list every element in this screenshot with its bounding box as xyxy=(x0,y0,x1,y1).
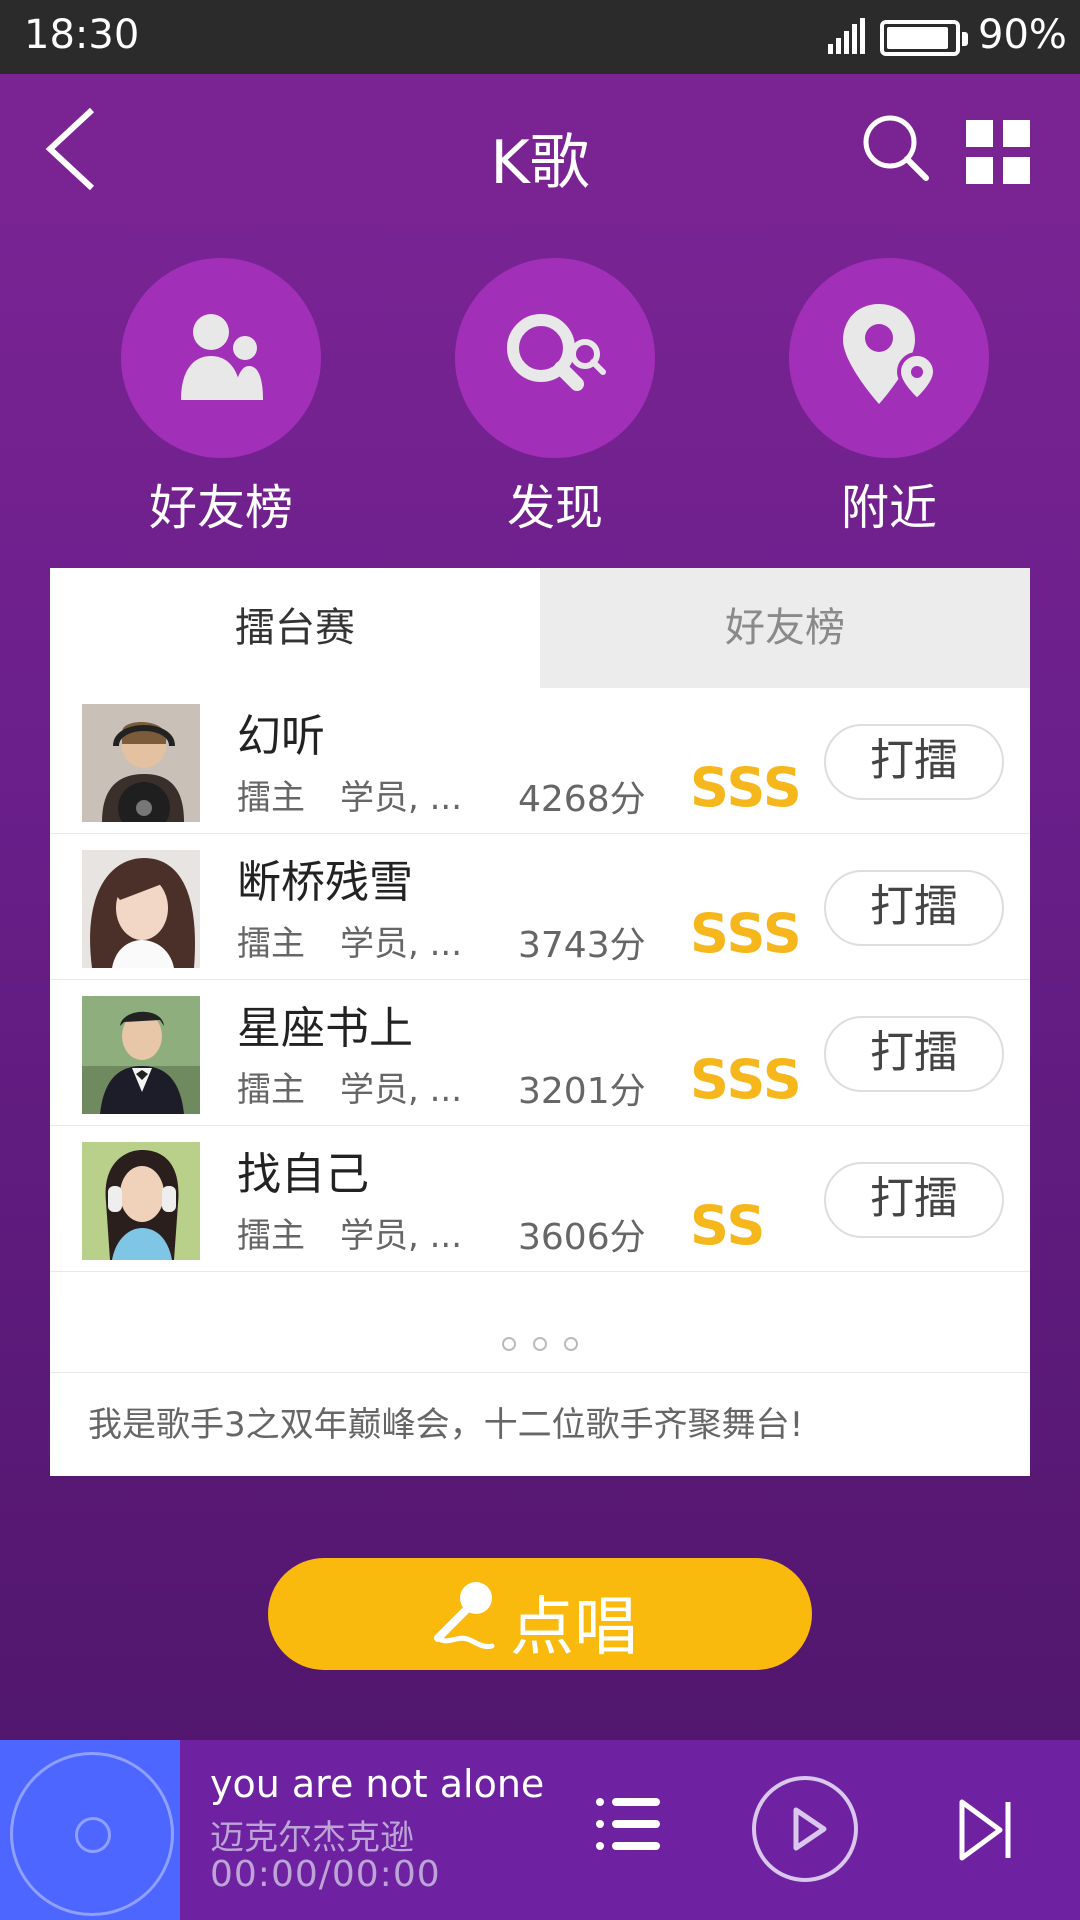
quick-friends-rank[interactable]: 好友榜 xyxy=(121,258,321,538)
singer-meta: 学员, ... xyxy=(340,924,463,964)
search-icon[interactable] xyxy=(860,112,932,184)
challenge-button[interactable]: 打擂 xyxy=(824,1016,1004,1092)
microphone-icon xyxy=(434,1582,495,1649)
singer-grade: SSS xyxy=(690,756,802,819)
page-dot xyxy=(533,1337,547,1351)
status-time: 18:30 xyxy=(24,12,140,58)
singer-score: 3743分 xyxy=(518,925,646,966)
avatar xyxy=(82,1142,200,1260)
singer-grade: SSS xyxy=(690,902,802,965)
arena-list: 幻听 擂主 学员, ... 4268分 SSS 打擂 断桥残雪 擂主 学员, .… xyxy=(50,688,1030,1272)
notice-text[interactable]: 我是歌手3之双年巅峰会，十二位歌手齐聚舞台! xyxy=(50,1372,1030,1476)
album-cover[interactable] xyxy=(0,1740,180,1920)
grid-menu-icon[interactable] xyxy=(966,120,1030,184)
singer-name: 幻听 xyxy=(237,711,325,762)
avatar xyxy=(82,704,200,822)
next-track-icon[interactable] xyxy=(958,1798,1014,1862)
signal-icon xyxy=(828,18,865,54)
status-bar: 18:30 90% xyxy=(0,0,1080,74)
singer-grade: SSS xyxy=(690,1048,802,1111)
challenge-button[interactable]: 打擂 xyxy=(824,724,1004,800)
battery-icon xyxy=(880,20,968,56)
sing-button[interactable]: 点唱 xyxy=(268,1558,812,1670)
page-dot xyxy=(564,1337,579,1351)
tab-arena[interactable]: 擂台赛 xyxy=(50,568,540,688)
player-artist: 迈克尔杰克逊 xyxy=(210,1818,414,1858)
singer-meta: 学员, ... xyxy=(340,778,463,818)
location-pins-icon xyxy=(843,304,938,404)
singer-role: 擂主 xyxy=(237,1216,305,1256)
challenge-button[interactable]: 打擂 xyxy=(824,1162,1004,1238)
quick-nearby[interactable]: 附近 xyxy=(789,258,989,538)
disc-icon xyxy=(10,1752,174,1916)
battery-percent: 90% xyxy=(978,12,1067,58)
list-item[interactable]: 星座书上 擂主 学员, ... 3201分 SSS 打擂 xyxy=(50,980,1030,1126)
top-bar: K歌 xyxy=(0,74,1080,224)
avatar xyxy=(82,996,200,1114)
challenge-button[interactable]: 打擂 xyxy=(824,870,1004,946)
singer-role: 擂主 xyxy=(237,778,305,818)
singer-name: 找自己 xyxy=(237,1149,369,1200)
player-time: 00:00/00:00 xyxy=(210,1854,441,1895)
page-indicator xyxy=(50,1336,1030,1355)
friends-icon xyxy=(181,314,263,400)
singer-meta: 学员, ... xyxy=(340,1216,463,1256)
quick-label-discover: 发现 xyxy=(506,480,603,536)
avatar xyxy=(82,850,200,968)
singer-name: 星座书上 xyxy=(237,1003,413,1054)
discover-search-icon xyxy=(507,314,606,391)
tab-friends-rank[interactable]: 好友榜 xyxy=(540,568,1030,688)
play-button[interactable] xyxy=(752,1776,858,1882)
player-song-title: you are not alone xyxy=(210,1762,545,1806)
list-item[interactable]: 找自己 擂主 学员, ... 3606分 SS 打擂 xyxy=(50,1126,1030,1272)
ranking-tabs: 擂台赛 好友榜 xyxy=(50,568,1030,688)
list-item[interactable]: 幻听 擂主 学员, ... 4268分 SSS 打擂 xyxy=(50,688,1030,834)
singer-score: 4268分 xyxy=(518,779,646,820)
singer-name: 断桥残雪 xyxy=(237,857,413,908)
singer-meta: 学员, ... xyxy=(340,1070,463,1110)
play-icon xyxy=(793,1807,827,1851)
ranking-card: 擂台赛 好友榜 幻听 擂主 学员, ... 4268分 SSS 打擂 断桥残雪 … xyxy=(50,568,1030,1476)
list-item[interactable]: 断桥残雪 擂主 学员, ... 3743分 SSS 打擂 xyxy=(50,834,1030,980)
page-dot xyxy=(501,1337,516,1351)
singer-role: 擂主 xyxy=(237,924,305,964)
singer-role: 擂主 xyxy=(237,1070,305,1110)
singer-score: 3606分 xyxy=(518,1217,646,1258)
singer-score: 3201分 xyxy=(518,1071,646,1112)
mini-player: you are not alone 迈克尔杰克逊 00:00/00:00 xyxy=(0,1740,1080,1920)
singer-grade: SS xyxy=(690,1194,766,1257)
quick-label-friends: 好友榜 xyxy=(148,480,293,536)
quick-discover[interactable]: 发现 xyxy=(455,258,655,538)
sing-button-label: 点唱 xyxy=(510,1591,638,1665)
quick-label-nearby: 附近 xyxy=(840,480,937,536)
playlist-icon[interactable] xyxy=(594,1794,662,1854)
